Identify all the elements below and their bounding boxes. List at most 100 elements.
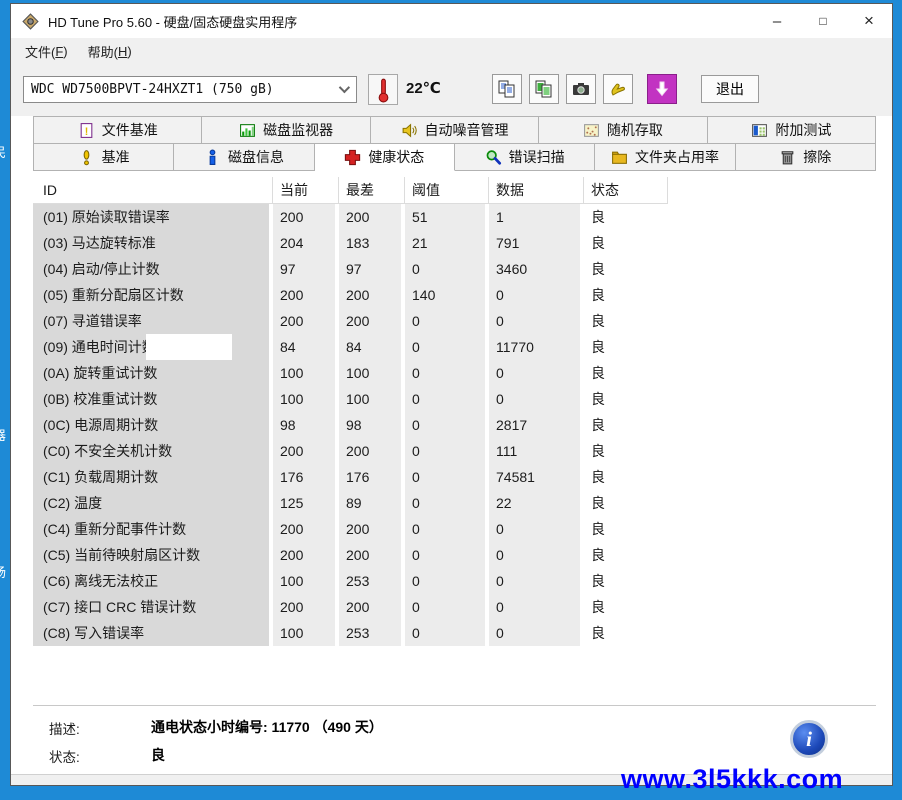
column-header[interactable]: ID [33,177,273,204]
maximize-button[interactable]: □ [800,4,846,38]
tab-label: 健康状态 [368,147,424,167]
svg-text:!: ! [84,125,88,137]
cell-current: 200 [273,308,339,334]
menu-item[interactable]: 帮助(H) [78,38,142,64]
table-row[interactable]: (C7) 接口 CRC 错误计数20020000良 [33,594,668,620]
tab-aam[interactable]: 自动噪音管理 [371,116,539,143]
copy-text-button[interactable] [492,74,522,104]
table-row[interactable]: (01) 原始读取错误率200200511良 [33,204,668,230]
table-row[interactable]: (C6) 离线无法校正10025300良 [33,568,668,594]
cell-worst: 200 [339,308,405,334]
column-header[interactable]: 数据 [489,177,584,204]
cell-id: (03) 马达旋转标准 [33,230,273,256]
cell-current: 200 [273,594,339,620]
table-row[interactable]: (04) 启动/停止计数979703460良 [33,256,668,282]
cell-id: (07) 寻道错误率 [33,308,273,334]
screenshot-icon [571,79,591,99]
cell-id: (C1) 负载周期计数 [33,464,273,490]
tab-disk-info[interactable]: 磁盘信息 [174,143,314,171]
watermark: www.3l5kkk.com [621,764,843,795]
tab-error-scan[interactable]: 错误扫描 [455,143,595,171]
tab-label: 文件基准 [102,120,158,140]
table-header: ID当前最差阈值数据状态 [33,177,668,204]
tab-row-1: ! 文件基准 磁盘监视器 自动噪音管理随机存取 附加测试 [33,116,876,143]
cell-threshold: 0 [405,568,489,594]
table-row[interactable]: (C1) 负载周期计数176176074581良 [33,464,668,490]
cell-worst: 98 [339,412,405,438]
tab-erase[interactable]: 擦除 [736,143,876,171]
column-header[interactable]: 当前 [273,177,339,204]
tab-health[interactable]: 健康状态 [315,143,455,171]
extra-tests-icon [751,122,768,139]
tab-extra-tests[interactable]: 附加测试 [708,116,876,143]
cell-data: 0 [489,386,584,412]
table-row[interactable]: (07) 寻道错误率20020000良 [33,308,668,334]
info-button[interactable]: i [790,720,828,758]
cell-status: 良 [584,386,668,412]
cell-id: (05) 重新分配扇区计数 [33,282,273,308]
cell-data: 791 [489,230,584,256]
drive-select[interactable]: WDC WD7500BPVT-24HXZT1 (750 gB) [23,76,357,103]
donate-button[interactable] [603,74,633,104]
column-header[interactable]: 阈值 [405,177,489,204]
cell-id: (C4) 重新分配事件计数 [33,516,273,542]
temperature-value: 22℃ [406,79,441,97]
cell-data: 1 [489,204,584,230]
cell-worst: 100 [339,386,405,412]
screenshot-button[interactable] [566,74,596,104]
table-row[interactable]: (0C) 电源周期计数989802817良 [33,412,668,438]
column-header[interactable]: 状态 [584,177,668,204]
column-header[interactable]: 最差 [339,177,405,204]
tab-label: 附加测试 [775,120,831,140]
cell-data: 0 [489,568,584,594]
table-row[interactable]: (0A) 旋转重试计数10010000良 [33,360,668,386]
cell-worst: 253 [339,620,405,646]
cell-status: 良 [584,412,668,438]
table-row[interactable]: (03) 马达旋转标准20418321791良 [33,230,668,256]
cell-status: 良 [584,230,668,256]
table-row[interactable]: (09) 通电时间计数8484011770良 [33,334,668,360]
cell-current: 100 [273,386,339,412]
table-row[interactable]: (C4) 重新分配事件计数20020000良 [33,516,668,542]
tab-disk-monitor[interactable]: 磁盘监视器 [202,116,370,143]
cell-worst: 84 [339,334,405,360]
table-row[interactable]: (C2) 温度12589022良 [33,490,668,516]
copy-image-button[interactable] [529,74,559,104]
cell-worst: 176 [339,464,405,490]
tab-folder-usage[interactable]: 文件夹占用率 [595,143,735,171]
cell-current: 204 [273,230,339,256]
cell-status: 良 [584,334,668,360]
close-button[interactable]: × [846,4,892,38]
update-button[interactable] [647,74,677,104]
cell-worst: 253 [339,568,405,594]
cell-id: (C0) 不安全关机计数 [33,438,273,464]
cell-worst: 89 [339,490,405,516]
hd-tune-window: HD Tune Pro 5.60 - 硬盘/固态硬盘实用程序 – □ × 文件(… [10,3,893,786]
table-row[interactable]: (C5) 当前待映射扇区计数20020000良 [33,542,668,568]
cell-id: (0C) 电源周期计数 [33,412,273,438]
status-label: 状态: [49,746,80,766]
aam-icon [401,122,418,139]
table-row[interactable]: (0B) 校准重试计数10010000良 [33,386,668,412]
cell-id: (C7) 接口 CRC 错误计数 [33,594,273,620]
cell-current: 200 [273,204,339,230]
cell-data: 3460 [489,256,584,282]
tab-file-benchmark[interactable]: ! 文件基准 [33,116,202,143]
exit-button[interactable]: 退出 [701,75,759,103]
cell-data: 0 [489,542,584,568]
cell-threshold: 0 [405,334,489,360]
cell-status: 良 [584,542,668,568]
table-row[interactable]: (C0) 不安全关机计数2002000111良 [33,438,668,464]
table-row[interactable]: (05) 重新分配扇区计数2002001400良 [33,282,668,308]
minimize-button[interactable]: – [754,4,800,38]
cell-current: 97 [273,256,339,282]
tab-benchmark[interactable]: 基准 [33,143,174,171]
cell-threshold: 0 [405,256,489,282]
tab-label: 磁盘监视器 [263,120,333,140]
desktop-icon-label: 民 [0,142,10,158]
drive-select-value: WDC WD7500BPVT-24HXZT1 (750 gB) [24,82,274,97]
menu-item[interactable]: 文件(F) [15,38,78,64]
tab-random-access[interactable]: 随机存取 [539,116,707,143]
desktop-icon-label: 扬 [0,562,10,578]
table-row[interactable]: (C8) 写入错误率10025300良 [33,620,668,646]
